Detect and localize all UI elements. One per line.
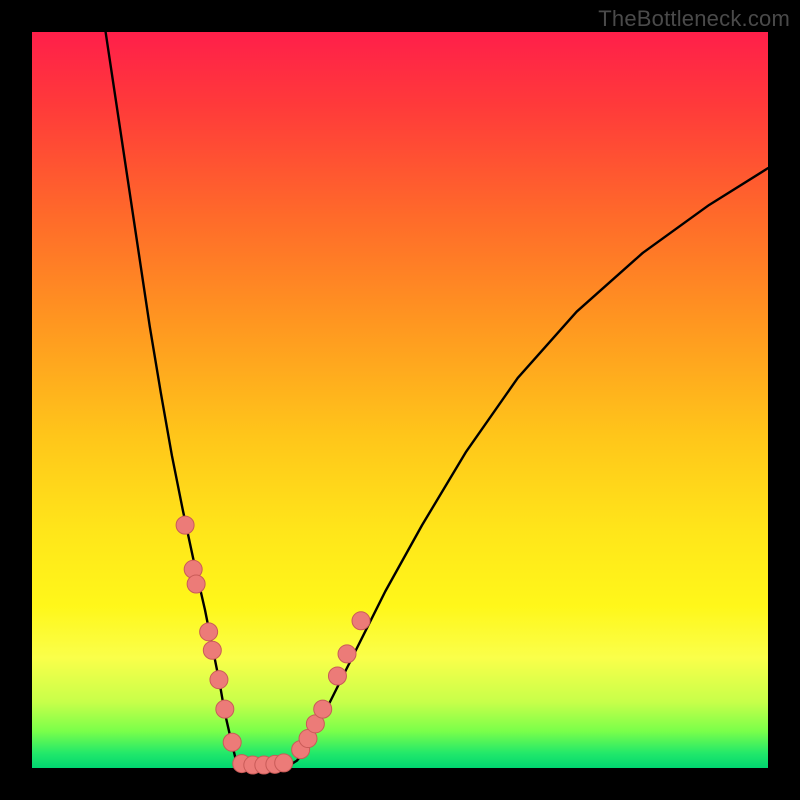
- data-point: [352, 612, 370, 630]
- data-point: [275, 754, 293, 772]
- data-point: [203, 641, 221, 659]
- data-point: [216, 700, 234, 718]
- data-point: [328, 667, 346, 685]
- data-point: [223, 733, 241, 751]
- chart-svg: [32, 32, 768, 768]
- data-point: [200, 623, 218, 641]
- data-point: [314, 700, 332, 718]
- plot-area: [32, 32, 768, 768]
- data-point: [187, 575, 205, 593]
- scatter-group: [176, 516, 370, 774]
- data-point: [210, 671, 228, 689]
- data-point: [176, 516, 194, 534]
- watermark-text: TheBottleneck.com: [598, 6, 790, 32]
- curve-group: [106, 32, 768, 768]
- bottleneck-curve: [106, 32, 768, 768]
- chart-frame: TheBottleneck.com: [0, 0, 800, 800]
- data-point: [338, 645, 356, 663]
